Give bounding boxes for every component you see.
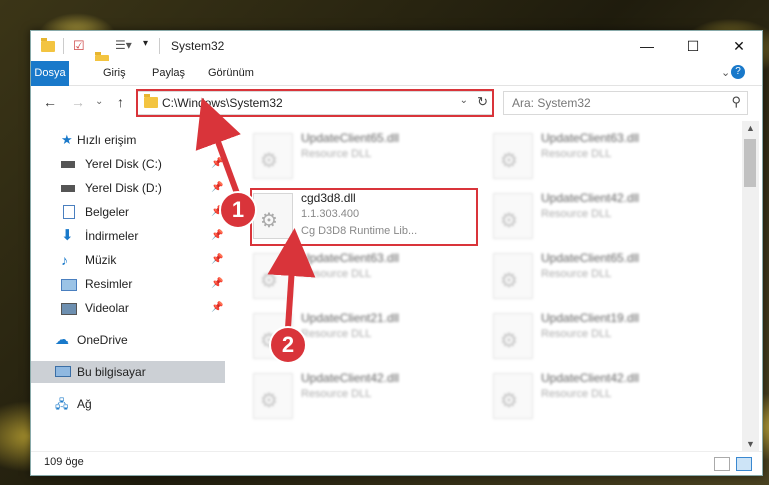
step-badge-2: 2 bbox=[269, 326, 307, 364]
step-badge-1: 1 bbox=[219, 191, 257, 229]
annotation-arrows bbox=[195, 97, 316, 329]
arrow-to-file bbox=[267, 228, 316, 329]
arrow-to-address bbox=[195, 97, 241, 198]
